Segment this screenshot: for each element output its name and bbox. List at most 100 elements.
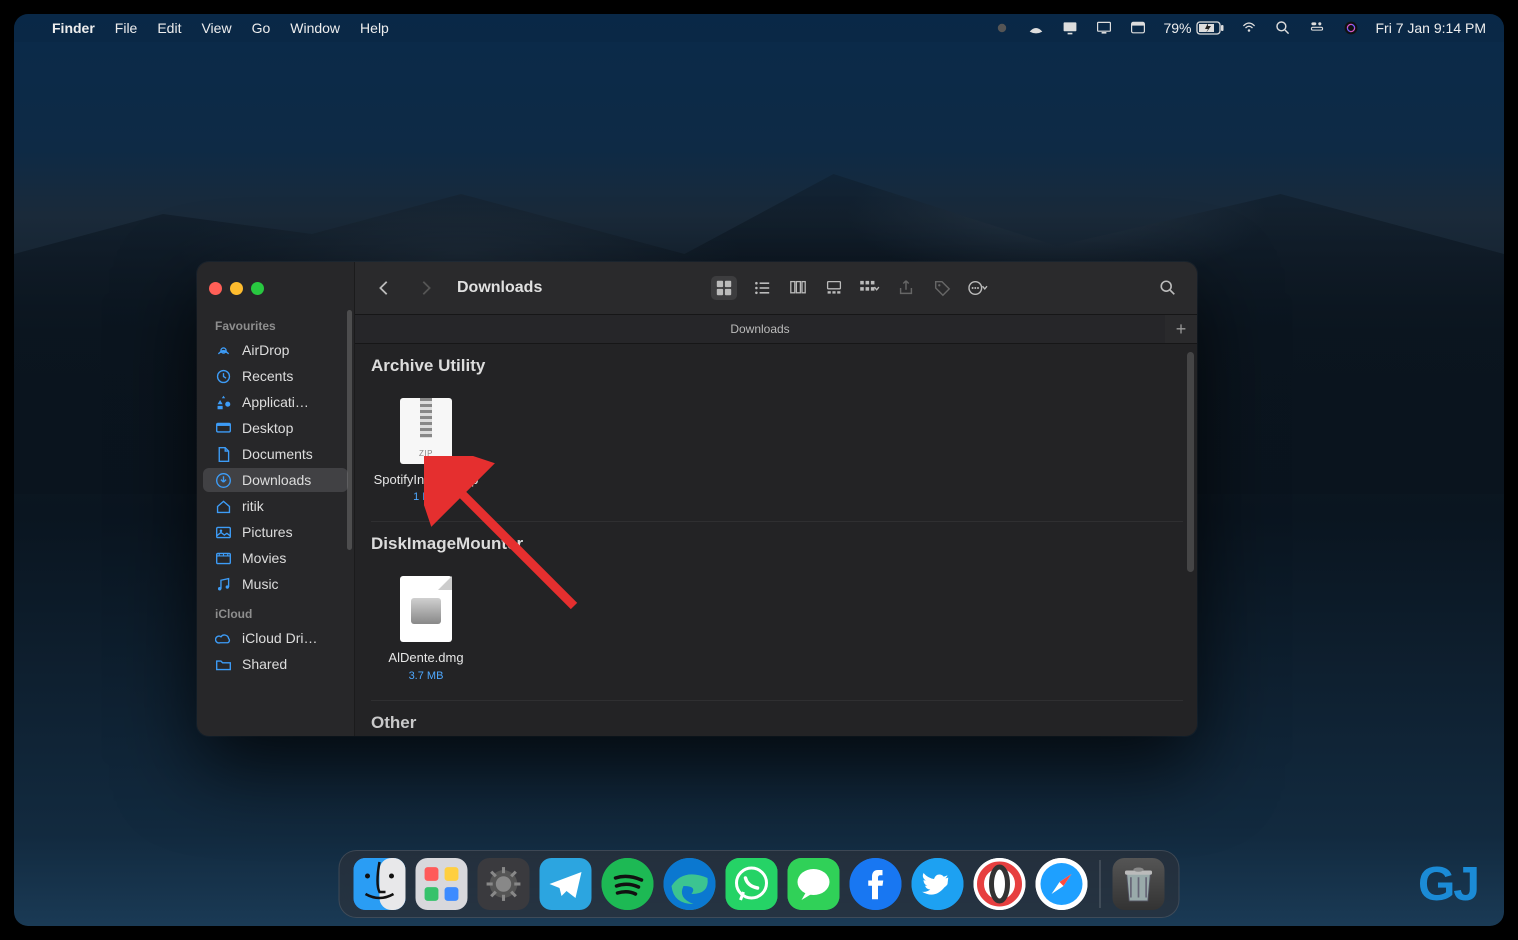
nav-forward-button[interactable] bbox=[415, 277, 437, 299]
battery-icon bbox=[1196, 21, 1224, 35]
file-size: 3.7 MB bbox=[409, 670, 444, 682]
dock-app-twitter[interactable] bbox=[912, 858, 964, 910]
sidebar-item-documents[interactable]: Documents bbox=[203, 442, 348, 466]
dmg-file-icon bbox=[400, 576, 452, 642]
view-gallery-button[interactable] bbox=[823, 277, 845, 299]
dock-separator bbox=[1100, 860, 1101, 908]
new-tab-button[interactable]: + bbox=[1165, 315, 1197, 343]
movie-icon bbox=[215, 550, 232, 567]
sidebar-item-icloud-drive[interactable]: iCloud Dri… bbox=[203, 626, 348, 650]
file-name: AlDente.dmg bbox=[388, 650, 463, 666]
doc-icon bbox=[215, 446, 232, 463]
cloud-icon bbox=[215, 630, 232, 647]
dock-app-edge[interactable] bbox=[664, 858, 716, 910]
menubar-datetime[interactable]: Fri 7 Jan 9:14 PM bbox=[1376, 20, 1487, 36]
finder-window: Favourites AirDrop Recents Applicati… De… bbox=[197, 262, 1197, 736]
sidebar-item-movies[interactable]: Movies bbox=[203, 546, 348, 570]
spotlight-icon[interactable] bbox=[1274, 19, 1292, 37]
apps-icon bbox=[215, 394, 232, 411]
view-list-button[interactable] bbox=[751, 277, 773, 299]
sidebar-item-label: Movies bbox=[242, 550, 286, 566]
app-menu[interactable]: Finder bbox=[52, 20, 95, 36]
content-scrollbar[interactable] bbox=[1187, 352, 1194, 572]
dock-app-launchpad[interactable] bbox=[416, 858, 468, 910]
wifi-icon[interactable] bbox=[1240, 19, 1258, 37]
dock-app-whatsapp[interactable] bbox=[726, 858, 778, 910]
file-item[interactable]: SpotifyInstaller.zip 1 MB bbox=[371, 398, 481, 503]
window-title: Downloads bbox=[457, 279, 542, 297]
sidebar-item-music[interactable]: Music bbox=[203, 572, 348, 596]
status-dot-icon[interactable] bbox=[993, 19, 1011, 37]
music-icon bbox=[215, 576, 232, 593]
view-columns-button[interactable] bbox=[787, 277, 809, 299]
menu-view[interactable]: View bbox=[201, 20, 231, 36]
dock-app-safari[interactable] bbox=[1036, 858, 1088, 910]
status-memoryclean-icon[interactable] bbox=[1027, 19, 1045, 37]
sidebar-item-label: Downloads bbox=[242, 472, 311, 488]
sidebar-item-recents[interactable]: Recents bbox=[203, 364, 348, 388]
menu-file[interactable]: File bbox=[115, 20, 138, 36]
dock-app-settings[interactable] bbox=[478, 858, 530, 910]
dock-app-opera[interactable] bbox=[974, 858, 1026, 910]
sidebar-items-icloud: iCloud Dri… Shared bbox=[197, 625, 354, 677]
clock-icon bbox=[215, 368, 232, 385]
dock bbox=[339, 850, 1180, 918]
file-item[interactable]: AlDente.dmg 3.7 MB bbox=[371, 576, 481, 681]
battery-percent: 79% bbox=[1163, 20, 1191, 36]
dock-trash[interactable] bbox=[1113, 858, 1165, 910]
control-center-icon[interactable] bbox=[1308, 19, 1326, 37]
desktop-icon bbox=[215, 420, 232, 437]
status-display-icon[interactable] bbox=[1095, 19, 1113, 37]
status-date-icon[interactable] bbox=[1129, 19, 1147, 37]
minimize-button[interactable] bbox=[230, 282, 243, 295]
close-button[interactable] bbox=[209, 282, 222, 295]
finder-content: Archive Utility SpotifyInstaller.zip 1 M… bbox=[355, 344, 1197, 736]
action-menu-button[interactable] bbox=[967, 277, 989, 299]
picture-icon bbox=[215, 524, 232, 541]
sidebar-item-label: ritik bbox=[242, 498, 264, 514]
search-button[interactable] bbox=[1157, 277, 1179, 299]
sidebar-item-downloads[interactable]: Downloads bbox=[203, 468, 348, 492]
home-icon bbox=[215, 498, 232, 515]
sidebar-item-label: Desktop bbox=[242, 420, 293, 436]
menu-window[interactable]: Window bbox=[290, 20, 340, 36]
finder-sidebar: Favourites AirDrop Recents Applicati… De… bbox=[197, 262, 355, 736]
menu-edit[interactable]: Edit bbox=[157, 20, 181, 36]
tab-label: Downloads bbox=[730, 322, 789, 336]
file-name: SpotifyInstaller.zip bbox=[374, 472, 479, 488]
nav-back-button[interactable] bbox=[373, 277, 395, 299]
dock-app-telegram[interactable] bbox=[540, 858, 592, 910]
dock-app-facebook[interactable] bbox=[850, 858, 902, 910]
finder-toolbar: Downloads bbox=[355, 262, 1197, 314]
menu-help[interactable]: Help bbox=[360, 20, 389, 36]
group-header-diskimagemounter: DiskImageMounter bbox=[355, 522, 1183, 564]
file-size: 1 MB bbox=[413, 491, 439, 503]
sidebar-item-airdrop[interactable]: AirDrop bbox=[203, 338, 348, 362]
tab-downloads[interactable]: Downloads bbox=[355, 315, 1165, 343]
siri-icon[interactable] bbox=[1342, 19, 1360, 37]
sidebar-items-favourites: AirDrop Recents Applicati… Desktop Docum… bbox=[197, 337, 354, 597]
sidebar-item-shared[interactable]: Shared bbox=[203, 652, 348, 676]
group-by-button[interactable] bbox=[859, 277, 881, 299]
sidebar-item-desktop[interactable]: Desktop bbox=[203, 416, 348, 440]
dock-app-spotify[interactable] bbox=[602, 858, 654, 910]
sidebar-item-label: Applicati… bbox=[242, 394, 309, 410]
status-battery[interactable]: 79% bbox=[1163, 20, 1223, 36]
sidebar-item-applications[interactable]: Applicati… bbox=[203, 390, 348, 414]
sidebar-item-home[interactable]: ritik bbox=[203, 494, 348, 518]
group-header-other: Other bbox=[355, 701, 1183, 733]
zoom-button[interactable] bbox=[251, 282, 264, 295]
sidebar-scrollbar[interactable] bbox=[347, 310, 352, 550]
view-mode-group bbox=[711, 276, 845, 300]
airdrop-icon bbox=[215, 342, 232, 359]
tags-button[interactable] bbox=[931, 277, 953, 299]
menu-go[interactable]: Go bbox=[252, 20, 271, 36]
sidebar-item-pictures[interactable]: Pictures bbox=[203, 520, 348, 544]
sidebar-item-label: Recents bbox=[242, 368, 293, 384]
status-screenmirror-icon[interactable] bbox=[1061, 19, 1079, 37]
dock-app-finder[interactable] bbox=[354, 858, 406, 910]
view-icons-button[interactable] bbox=[711, 276, 737, 300]
sidebar-item-label: Pictures bbox=[242, 524, 293, 540]
dock-app-messages[interactable] bbox=[788, 858, 840, 910]
share-button[interactable] bbox=[895, 277, 917, 299]
